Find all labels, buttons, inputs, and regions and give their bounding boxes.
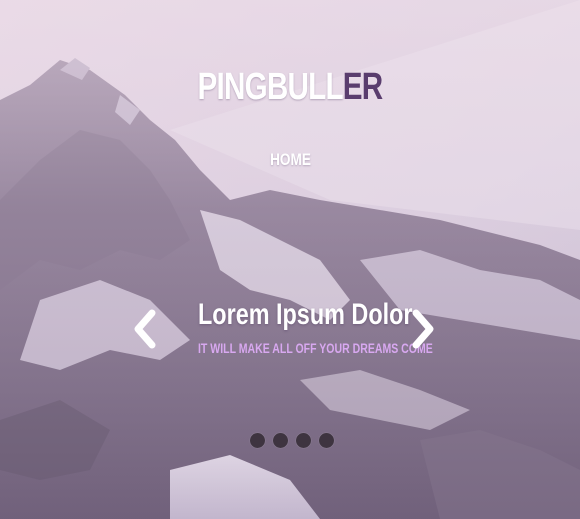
chevron-right-icon [412, 309, 434, 349]
slide-subtitle: IT WILL MAKE ALL OFF YOUR DREAMS COME [198, 341, 433, 356]
logo-accent-text: ER [342, 66, 383, 108]
slider-prev-button[interactable] [130, 309, 160, 349]
chevron-left-icon [134, 309, 156, 349]
slider-next-button[interactable] [408, 309, 438, 349]
nav-item-home[interactable]: HOME [270, 150, 311, 170]
slider-pagination [250, 433, 334, 448]
slider-dot-4[interactable] [319, 433, 334, 448]
site-logo[interactable]: PINGBULLER [64, 66, 516, 109]
slider-dot-2[interactable] [273, 433, 288, 448]
main-nav: HOME [0, 150, 580, 170]
slider-dot-1[interactable] [250, 433, 265, 448]
slide-title: Lorem Ipsum Dolor [198, 298, 413, 331]
slider-dot-3[interactable] [296, 433, 311, 448]
logo-text: PINGBULL [197, 66, 344, 108]
